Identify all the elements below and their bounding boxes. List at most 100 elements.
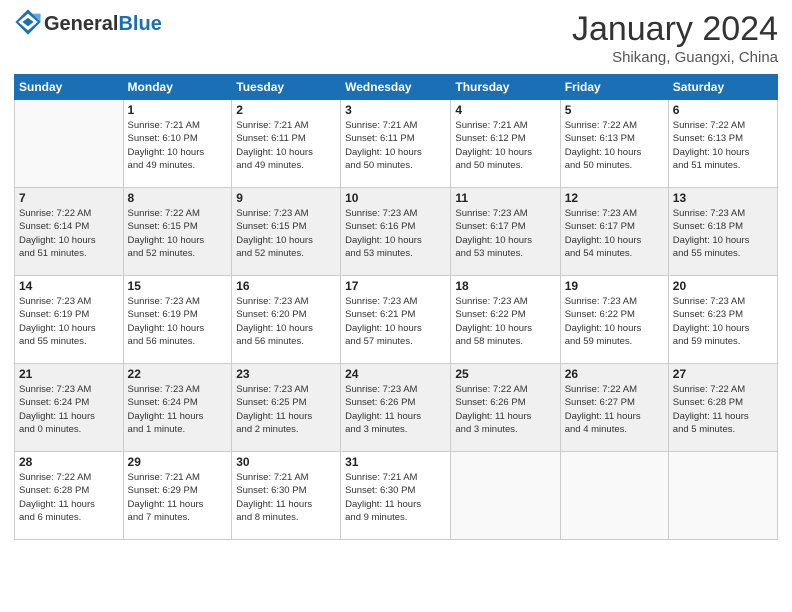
day-info: Sunrise: 7:23 AM Sunset: 6:24 PM Dayligh… xyxy=(128,383,228,436)
day-info: Sunrise: 7:21 AM Sunset: 6:12 PM Dayligh… xyxy=(455,119,555,172)
day-info: Sunrise: 7:23 AM Sunset: 6:17 PM Dayligh… xyxy=(565,207,664,260)
day-number: 12 xyxy=(565,191,664,205)
day-info: Sunrise: 7:23 AM Sunset: 6:26 PM Dayligh… xyxy=(345,383,446,436)
day-number: 22 xyxy=(128,367,228,381)
day-number: 9 xyxy=(236,191,336,205)
day-number: 11 xyxy=(455,191,555,205)
logo: GeneralBlue xyxy=(14,10,162,38)
day-cell: 16 Sunrise: 7:23 AM Sunset: 6:20 PM Dayli… xyxy=(232,276,341,364)
header-thursday: Thursday xyxy=(451,75,560,100)
day-number: 15 xyxy=(128,279,228,293)
day-info: Sunrise: 7:22 AM Sunset: 6:15 PM Dayligh… xyxy=(128,207,228,260)
day-cell xyxy=(668,452,777,540)
day-number: 2 xyxy=(236,103,336,117)
day-number: 1 xyxy=(128,103,228,117)
day-number: 4 xyxy=(455,103,555,117)
day-number: 21 xyxy=(19,367,119,381)
day-cell: 26 Sunrise: 7:22 AM Sunset: 6:27 PM Dayli… xyxy=(560,364,668,452)
day-info: Sunrise: 7:21 AM Sunset: 6:30 PM Dayligh… xyxy=(236,471,336,524)
week-row-2: 7Sunrise: 7:22 AM Sunset: 6:14 PM Daylig… xyxy=(15,188,778,276)
day-cell: 19 Sunrise: 7:23 AM Sunset: 6:22 PM Dayli… xyxy=(560,276,668,364)
day-cell: 20 Sunrise: 7:23 AM Sunset: 6:23 PM Dayli… xyxy=(668,276,777,364)
day-cell: 4 Sunrise: 7:21 AM Sunset: 6:12 PM Daylig… xyxy=(451,100,560,188)
month-title: January 2024 xyxy=(572,10,778,49)
day-cell: 8 Sunrise: 7:22 AM Sunset: 6:15 PM Daylig… xyxy=(123,188,232,276)
header-friday: Friday xyxy=(560,75,668,100)
day-cell xyxy=(15,100,124,188)
day-number: 3 xyxy=(345,103,446,117)
week-row-4: 21 Sunrise: 7:23 AM Sunset: 6:24 PM Dayli… xyxy=(15,364,778,452)
day-number: 8 xyxy=(128,191,228,205)
calendar: Sunday Monday Tuesday Wednesday Thursday… xyxy=(14,74,778,540)
day-cell: 25 Sunrise: 7:22 AM Sunset: 6:26 PM Dayli… xyxy=(451,364,560,452)
day-cell: 17Sunrise: 7:23 AM Sunset: 6:21 PM Dayli… xyxy=(341,276,451,364)
day-info: Sunrise: 7:21 AM Sunset: 6:29 PM Dayligh… xyxy=(128,471,228,524)
day-number: 18 xyxy=(455,279,555,293)
header-tuesday: Tuesday xyxy=(232,75,341,100)
day-info: Sunrise: 7:23 AM Sunset: 6:16 PM Dayligh… xyxy=(345,207,446,260)
day-cell: 3Sunrise: 7:21 AM Sunset: 6:11 PM Daylig… xyxy=(341,100,451,188)
day-info: Sunrise: 7:23 AM Sunset: 6:22 PM Dayligh… xyxy=(565,295,664,348)
day-cell: 9 Sunrise: 7:23 AM Sunset: 6:15 PM Daylig… xyxy=(232,188,341,276)
day-cell: 29 Sunrise: 7:21 AM Sunset: 6:29 PM Dayli… xyxy=(123,452,232,540)
day-number: 27 xyxy=(673,367,773,381)
header-wednesday: Wednesday xyxy=(341,75,451,100)
day-number: 16 xyxy=(236,279,336,293)
day-cell: 13 Sunrise: 7:23 AM Sunset: 6:18 PM Dayli… xyxy=(668,188,777,276)
day-number: 20 xyxy=(673,279,773,293)
day-info: Sunrise: 7:23 AM Sunset: 6:24 PM Dayligh… xyxy=(19,383,119,436)
day-cell: 15 Sunrise: 7:23 AM Sunset: 6:19 PM Dayli… xyxy=(123,276,232,364)
day-cell: 30 Sunrise: 7:21 AM Sunset: 6:30 PM Dayli… xyxy=(232,452,341,540)
subtitle: Shikang, Guangxi, China xyxy=(572,49,778,66)
day-info: Sunrise: 7:22 AM Sunset: 6:14 PM Dayligh… xyxy=(19,207,119,260)
day-cell: 14 Sunrise: 7:23 AM Sunset: 6:19 PM Dayli… xyxy=(15,276,124,364)
day-info: Sunrise: 7:23 AM Sunset: 6:19 PM Dayligh… xyxy=(19,295,119,348)
header-saturday: Saturday xyxy=(668,75,777,100)
day-number: 31 xyxy=(345,455,446,469)
day-cell xyxy=(560,452,668,540)
logo-icon xyxy=(14,8,42,36)
day-info: Sunrise: 7:21 AM Sunset: 6:10 PM Dayligh… xyxy=(128,119,228,172)
page: GeneralBlue January 2024 Shikang, Guangx… xyxy=(0,0,792,612)
day-number: 30 xyxy=(236,455,336,469)
logo-text: GeneralBlue xyxy=(44,14,162,34)
day-number: 24 xyxy=(345,367,446,381)
day-number: 17 xyxy=(345,279,446,293)
day-number: 14 xyxy=(19,279,119,293)
day-cell: 10 Sunrise: 7:23 AM Sunset: 6:16 PM Dayli… xyxy=(341,188,451,276)
day-info: Sunrise: 7:23 AM Sunset: 6:19 PM Dayligh… xyxy=(128,295,228,348)
day-info: Sunrise: 7:23 AM Sunset: 6:23 PM Dayligh… xyxy=(673,295,773,348)
weekday-header-row: Sunday Monday Tuesday Wednesday Thursday… xyxy=(15,75,778,100)
day-info: Sunrise: 7:23 AM Sunset: 6:15 PM Dayligh… xyxy=(236,207,336,260)
day-cell xyxy=(451,452,560,540)
day-info: Sunrise: 7:22 AM Sunset: 6:28 PM Dayligh… xyxy=(19,471,119,524)
day-info: Sunrise: 7:23 AM Sunset: 6:18 PM Dayligh… xyxy=(673,207,773,260)
day-number: 28 xyxy=(19,455,119,469)
day-cell: 7Sunrise: 7:22 AM Sunset: 6:14 PM Daylig… xyxy=(15,188,124,276)
day-info: Sunrise: 7:23 AM Sunset: 6:25 PM Dayligh… xyxy=(236,383,336,436)
day-cell: 24 Sunrise: 7:23 AM Sunset: 6:26 PM Dayli… xyxy=(341,364,451,452)
day-number: 26 xyxy=(565,367,664,381)
day-info: Sunrise: 7:23 AM Sunset: 6:20 PM Dayligh… xyxy=(236,295,336,348)
day-info: Sunrise: 7:21 AM Sunset: 6:11 PM Dayligh… xyxy=(236,119,336,172)
day-cell: 31 Sunrise: 7:21 AM Sunset: 6:30 PM Dayli… xyxy=(341,452,451,540)
day-number: 10 xyxy=(345,191,446,205)
day-cell: 12 Sunrise: 7:23 AM Sunset: 6:17 PM Dayli… xyxy=(560,188,668,276)
day-number: 19 xyxy=(565,279,664,293)
day-number: 29 xyxy=(128,455,228,469)
day-cell: 1 Sunrise: 7:21 AM Sunset: 6:10 PM Daylig… xyxy=(123,100,232,188)
day-number: 13 xyxy=(673,191,773,205)
day-cell: 22 Sunrise: 7:23 AM Sunset: 6:24 PM Dayli… xyxy=(123,364,232,452)
day-info: Sunrise: 7:21 AM Sunset: 6:30 PM Dayligh… xyxy=(345,471,446,524)
day-info: Sunrise: 7:22 AM Sunset: 6:27 PM Dayligh… xyxy=(565,383,664,436)
header-sunday: Sunday xyxy=(15,75,124,100)
day-number: 6 xyxy=(673,103,773,117)
day-info: Sunrise: 7:22 AM Sunset: 6:13 PM Dayligh… xyxy=(673,119,773,172)
day-info: Sunrise: 7:22 AM Sunset: 6:26 PM Dayligh… xyxy=(455,383,555,436)
day-cell: 28 Sunrise: 7:22 AM Sunset: 6:28 PM Dayli… xyxy=(15,452,124,540)
day-info: Sunrise: 7:22 AM Sunset: 6:28 PM Dayligh… xyxy=(673,383,773,436)
day-number: 25 xyxy=(455,367,555,381)
day-info: Sunrise: 7:23 AM Sunset: 6:17 PM Dayligh… xyxy=(455,207,555,260)
title-block: January 2024 Shikang, Guangxi, China xyxy=(572,10,778,66)
day-cell: 18Sunrise: 7:23 AM Sunset: 6:22 PM Dayli… xyxy=(451,276,560,364)
